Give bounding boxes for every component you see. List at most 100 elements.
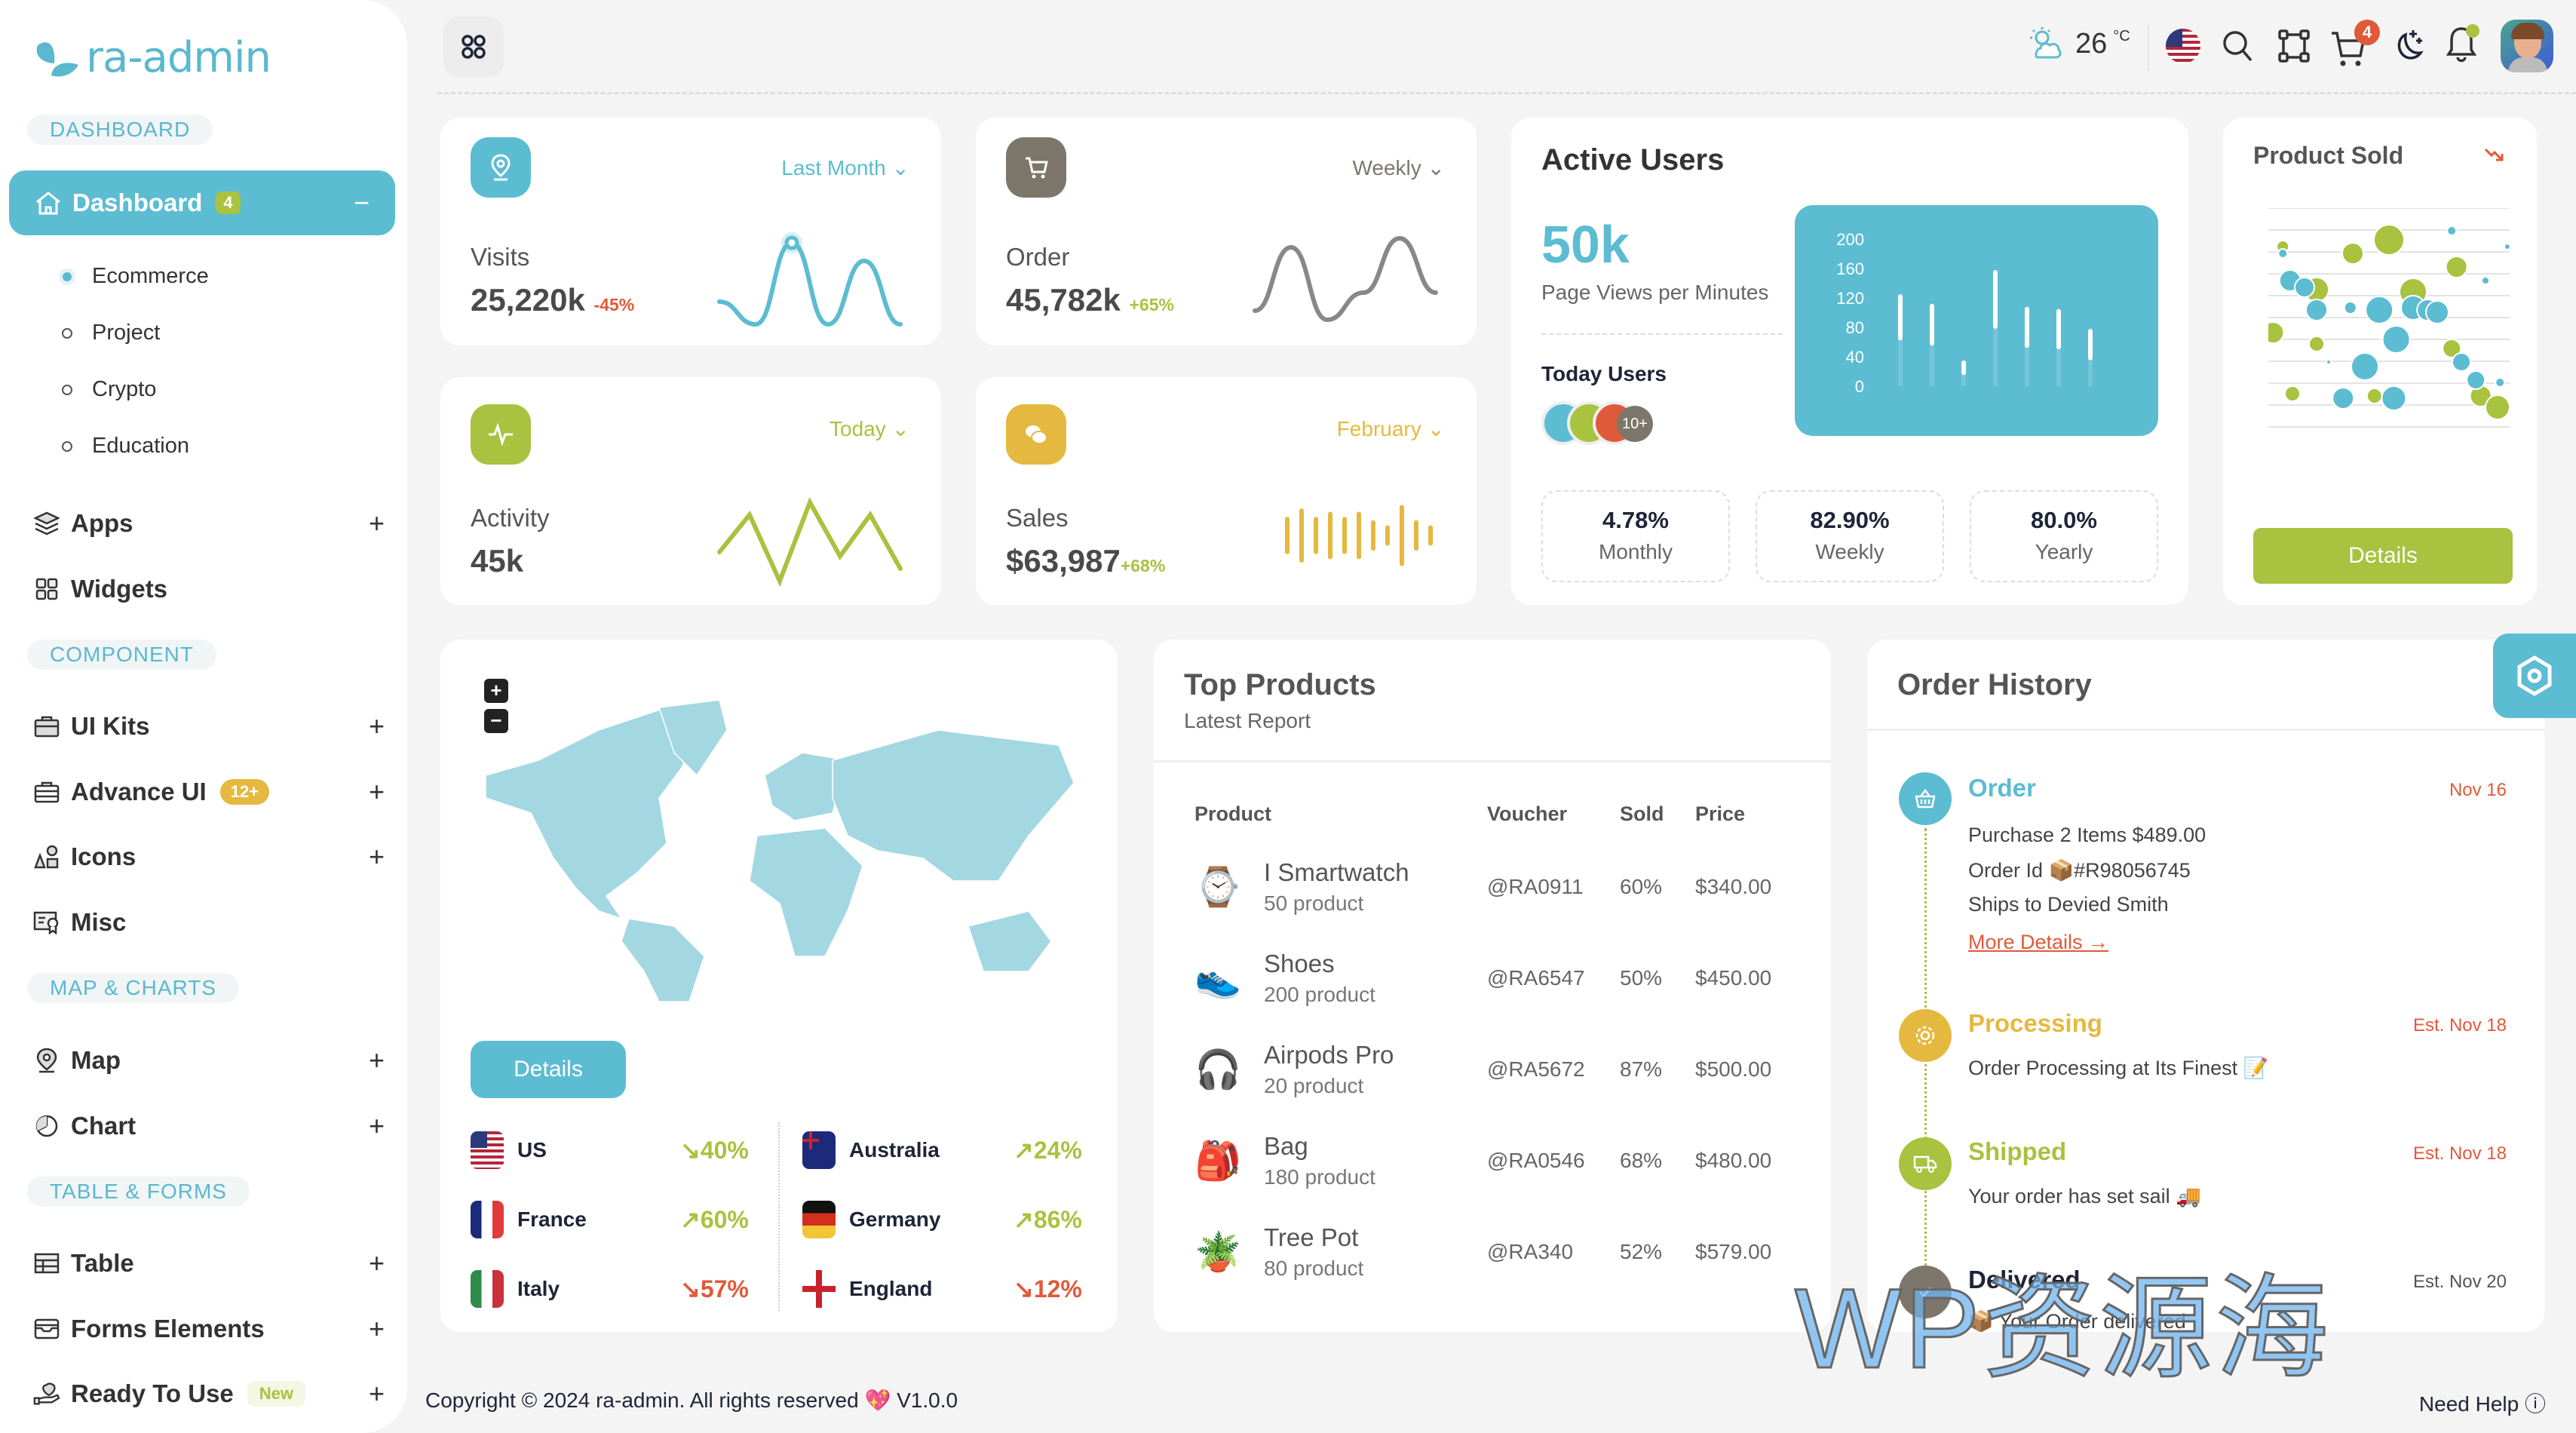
- us-flag-language-button[interactable]: [2166, 29, 2200, 63]
- suitcase-icon: [33, 778, 60, 805]
- sidebar-item-icons[interactable]: Icons +: [33, 836, 386, 878]
- range-bar: [2056, 308, 2061, 350]
- table-row[interactable]: ⌚ I Smartwatch 50 product @RA0911 60% $34…: [1194, 842, 1828, 932]
- sidebar-item-advance-ui[interactable]: Advance UI 12+ +: [33, 771, 386, 813]
- sidebar-item-map[interactable]: Map +: [33, 1039, 386, 1082]
- product-count: 20 product: [1264, 1074, 1364, 1097]
- expand-icon[interactable]: +: [369, 841, 385, 873]
- sidebar-subitem-project[interactable]: Project: [62, 321, 160, 345]
- apps-grid-button[interactable]: [443, 17, 504, 77]
- product-icon: ⌚: [1194, 865, 1242, 908]
- bubble-green: [2373, 224, 2405, 256]
- user-avatar[interactable]: [2501, 20, 2553, 72]
- italy-flag-icon: [471, 1270, 504, 1308]
- sales-bar: [1285, 517, 1290, 554]
- bubble-blue: [2351, 352, 2379, 381]
- expand-icon[interactable]: +: [369, 710, 385, 742]
- period-dropdown[interactable]: Weekly ⌄: [1352, 155, 1445, 180]
- sidebar-item-misc[interactable]: Misc: [33, 901, 386, 944]
- country-change: ↘12%: [1014, 1275, 1082, 1303]
- header-divider: [437, 92, 2576, 94]
- sparkline-path: [717, 240, 903, 327]
- product-sold: 50%: [1620, 966, 1663, 990]
- sidebar-item-table[interactable]: Table +: [33, 1242, 386, 1284]
- sidebar-item-dashboard[interactable]: Dashboard 4 −: [9, 170, 395, 235]
- range-bar-shadow: [1993, 328, 1998, 386]
- bubble-blue: [2381, 325, 2411, 354]
- step-title: Shipped: [1968, 1137, 2067, 1165]
- country-italy: Italy: [471, 1270, 560, 1308]
- map-details-button[interactable]: Details: [471, 1041, 626, 1098]
- step-date: Est. Nov 18: [2412, 1015, 2507, 1036]
- cart-button[interactable]: 4: [2330, 20, 2383, 68]
- sidebar-item-ui-kits[interactable]: UI Kits +: [33, 705, 386, 747]
- country-name: Germany: [849, 1207, 941, 1231]
- notification-dot: [2466, 24, 2479, 38]
- bubble-green: [2445, 256, 2468, 278]
- card-subtitle: Latest Report: [1184, 709, 1311, 732]
- expand-icon[interactable]: +: [369, 508, 385, 539]
- home-icon: [36, 192, 60, 215]
- map-pin-icon: [33, 1047, 60, 1074]
- sidebar-item-forms-elements[interactable]: Forms Elements +: [33, 1308, 386, 1350]
- metric-value: 4.78%: [1602, 507, 1669, 533]
- sales-bar: [1357, 511, 1361, 560]
- bubble-chart: [2268, 208, 2510, 428]
- sidebar-item-apps[interactable]: Apps +: [33, 502, 386, 545]
- sidebar-item-ready-to-use[interactable]: Ready To Use New +: [33, 1373, 386, 1415]
- range-bar-shadow: [2025, 348, 2029, 386]
- sidebar-item-chart[interactable]: Chart +: [33, 1105, 386, 1147]
- product-price: $340.00: [1695, 875, 1772, 898]
- expand-icon[interactable]: +: [369, 1378, 385, 1410]
- expand-icon[interactable]: +: [369, 1247, 385, 1279]
- dark-mode-moon-icon[interactable]: [2389, 27, 2424, 65]
- expand-icon[interactable]: +: [369, 1110, 385, 1142]
- product-price: $450.00: [1695, 966, 1772, 990]
- sidebar-subitem-crypto[interactable]: Crypto: [62, 377, 156, 402]
- sidebar-item-widgets[interactable]: Widgets: [33, 568, 386, 610]
- product-sold: 87%: [1620, 1057, 1663, 1081]
- period-label: Today: [830, 417, 886, 440]
- period-dropdown[interactable]: February ⌄: [1337, 416, 1445, 441]
- expand-icon[interactable]: +: [369, 776, 385, 808]
- trend-up-icon: ↗: [680, 1206, 701, 1233]
- product-count: 180 product: [1264, 1165, 1375, 1189]
- stat-number: 45,782k: [1006, 282, 1121, 318]
- stat-change: +68%: [1120, 556, 1166, 575]
- world-map[interactable]: [471, 685, 1089, 1002]
- bubble-green: [2284, 385, 2301, 402]
- period-dropdown[interactable]: Today ⌄: [830, 416, 909, 441]
- bubble-blue: [2343, 301, 2357, 315]
- expand-icon[interactable]: +: [369, 1045, 385, 1076]
- sidebar-subitem-education[interactable]: Education: [62, 434, 189, 459]
- settings-customizer-button[interactable]: [2493, 634, 2576, 718]
- fullscreen-icon[interactable]: [2277, 29, 2311, 63]
- period-label: Weekly: [1352, 156, 1421, 180]
- search-icon[interactable]: [2221, 29, 2256, 63]
- period-dropdown[interactable]: Last Month ⌄: [781, 155, 909, 180]
- nav-label: Icons: [71, 842, 136, 870]
- map-north-america: [485, 707, 698, 920]
- table-row[interactable]: 🎒 Bag 180 product @RA0546 68% $480.00: [1194, 1115, 1828, 1206]
- notifications-button[interactable]: [2445, 23, 2482, 68]
- weather-widget[interactable]: 26 °C: [2029, 26, 2130, 62]
- visits-sparkline: [717, 232, 903, 327]
- card-title: Active Users: [1541, 143, 1725, 176]
- bubble-blue: [2326, 359, 2332, 365]
- product-details-button[interactable]: Details: [2253, 528, 2513, 584]
- expand-icon[interactable]: +: [369, 1313, 385, 1345]
- sidebar-subitem-ecommerce[interactable]: Ecommerce: [59, 264, 209, 289]
- briefcase-icon: [33, 713, 60, 740]
- table-row[interactable]: 🎧 Airpods Pro 20 product @RA5672 87% $500…: [1194, 1024, 1828, 1115]
- collapse-toggle[interactable]: −: [354, 187, 370, 219]
- change-value: 60%: [700, 1206, 749, 1233]
- nav-label: Ready To Use: [71, 1379, 234, 1407]
- avatar-stack[interactable]: 10+: [1541, 401, 1692, 454]
- table-row[interactable]: 👟 Shoes 200 product @RA6547 50% $450.00: [1194, 933, 1828, 1023]
- table-row[interactable]: 🪴 Tree Pot 80 product @RA340 52% $579.00: [1194, 1207, 1828, 1297]
- sales-bar: [1299, 508, 1304, 563]
- brand-logo[interactable]: ra-admin: [33, 33, 271, 82]
- more-details-link[interactable]: More Details →: [1968, 931, 2108, 954]
- bubble-blue: [2294, 277, 2315, 298]
- need-help-link[interactable]: Need Help ⓘ: [2419, 1388, 2546, 1418]
